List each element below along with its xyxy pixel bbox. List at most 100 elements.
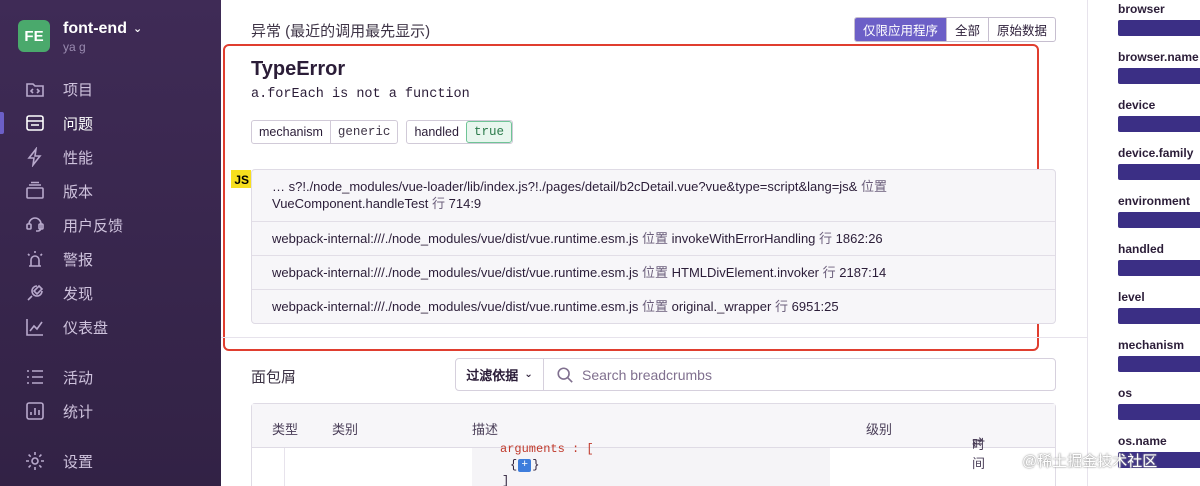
sidebar-item-projects[interactable]: 项目 [0,72,221,106]
sidebar-item-discover[interactable]: 发现 [0,276,221,310]
code-line: arguments : [ [500,442,594,456]
table-row: arguments : [ {+} ] [252,442,1055,486]
tag-distribution-bar [1118,260,1200,276]
section-divider [221,337,1087,338]
tag-item[interactable]: browser.name [1118,50,1200,84]
col-description: 描述 [472,422,499,437]
org-username: ya g [63,40,86,54]
frame-position: 6951:25 [791,299,839,314]
org-switcher[interactable]: FE font-end ⌄ ya g [18,20,142,54]
sidebar-item-user-feedback[interactable]: 用户反馈 [0,208,221,242]
tag-item[interactable]: device [1118,98,1200,132]
alerts-icon [24,248,46,270]
tag-distribution-bar [1118,164,1200,180]
tag-distribution-bar [1118,308,1200,324]
frame-at: 位置 [860,179,887,194]
sidebar-item-settings[interactable]: 设置 [0,444,221,478]
sidebar: FE font-end ⌄ ya g 项目 问题 性能 版本 用户反馈 警报 发… [0,0,221,486]
releases-icon [24,180,46,202]
tag-distribution-bar [1118,116,1200,132]
tag-item[interactable]: os [1118,386,1200,420]
tag-item[interactable]: device.family [1118,146,1200,180]
sidebar-item-performance[interactable]: 性能 [0,140,221,174]
org-name: font-end ⌄ [63,20,142,38]
col-type: 类型 [272,422,299,437]
dashboards-icon [24,316,46,338]
javascript-platform-icon: JS [231,170,251,188]
tag-distribution-bar [1118,212,1200,228]
stacktrace-frames: … s?!./node_modules/vue-loader/lib/index… [251,169,1056,324]
toggle-app-only[interactable]: 仅限应用程序 [854,18,946,41]
col-level: 级别 [866,422,893,437]
expand-icon[interactable]: + [518,458,532,472]
search-input[interactable] [582,366,982,383]
sidebar-footer-nav: 设置 [0,444,221,478]
mechanism-tag[interactable]: mechanism generic [251,120,399,144]
tag-distribution-bar [1118,68,1200,84]
sidebar-item-label: 发现 [63,285,94,303]
tag-value: generic [329,121,398,143]
tag-item[interactable]: browser [1118,2,1200,36]
exception-tags: mechanism generic handled true [251,120,513,144]
tag-label: browser [1118,2,1165,16]
tag-item[interactable]: handled [1118,242,1200,276]
frame-at: 位置 [641,231,668,246]
frame-position: 1862:26 [835,231,883,246]
breadcrumb-data-code: arguments : [ {+} ] [472,442,830,486]
handled-tag[interactable]: handled true [406,120,513,144]
sidebar-item-label: 活动 [63,369,94,387]
sidebar-item-activity[interactable]: 活动 [0,360,221,394]
sidebar-item-releases[interactable]: 版本 [0,174,221,208]
exception-type: TypeError [251,58,346,80]
tag-distribution-bar [1118,20,1200,36]
frame-file: webpack-internal:///./node_modules/vue/d… [272,299,639,314]
tag-item[interactable]: mechanism [1118,338,1200,372]
frame-function: HTMLDivElement.invoker [671,265,819,280]
tag-distribution-bar [1118,356,1200,372]
tag-label: handled [1118,242,1165,256]
frame-line-word: 行 [822,265,836,280]
tag-label: browser.name [1118,50,1199,64]
sidebar-item-dashboards[interactable]: 仪表盘 [0,310,221,344]
sidebar-item-issues[interactable]: 问题 [0,106,221,140]
performance-icon [24,146,46,168]
user-feedback-icon [24,214,46,236]
filter-dropdown[interactable]: 过滤依据 ⌄ [456,359,544,390]
breadcrumbs-filter-bar: 过滤依据 ⌄ [455,358,1056,391]
toggle-full[interactable]: 全部 [945,18,988,41]
tag-label: device [1118,98,1156,112]
col-category: 类别 [332,422,359,437]
frame-file: webpack-internal:///./node_modules/vue/d… [272,231,639,246]
sidebar-item-alerts[interactable]: 警报 [0,242,221,276]
sidebar-item-label: 警报 [63,251,94,269]
tags-panel: browser browser.name device device.famil… [1087,0,1200,486]
toggle-raw[interactable]: 原始数据 [987,18,1055,41]
filter-dropdown-label: 过滤依据 [466,368,519,383]
tag-label: os [1118,386,1133,400]
org-text: font-end ⌄ ya g [63,20,142,54]
tag-label: mechanism [1118,338,1185,352]
tag-label: os.name [1118,434,1167,448]
breadcrumbs-heading: 面包屑 [251,369,297,386]
frame-function: invokeWithErrorHandling [671,231,816,246]
frame-function: VueComponent.handleTest [272,196,429,211]
tag-label: level [1118,290,1145,304]
sidebar-item-stats[interactable]: 统计 [0,394,221,428]
stack-frame[interactable]: webpack-internal:///./node_modules/vue/d… [252,255,1055,289]
stack-frame[interactable]: webpack-internal:///./node_modules/vue/d… [252,289,1055,323]
sidebar-item-label: 性能 [63,149,94,167]
tag-item[interactable]: level [1118,290,1200,324]
search-box [544,359,1055,390]
frame-line-word: 行 [774,299,788,314]
exception-message: a.forEach is not a function [251,87,470,102]
stacktrace-view-toggle: 仅限应用程序 全部 原始数据 [853,17,1056,42]
stack-frame[interactable]: … s?!./node_modules/vue-loader/lib/index… [252,170,1055,221]
stack-frame[interactable]: webpack-internal:///./node_modules/vue/d… [252,221,1055,255]
sidebar-nav: 项目 问题 性能 版本 用户反馈 警报 发现 仪表盘 [0,72,221,344]
tag-key: mechanism [259,125,323,139]
frame-file: webpack-internal:///./node_modules/vue/d… [272,265,639,280]
tag-value: true [465,121,512,143]
search-icon [557,366,573,383]
tag-item[interactable]: environment [1118,194,1200,228]
sidebar-item-label: 版本 [63,183,94,201]
